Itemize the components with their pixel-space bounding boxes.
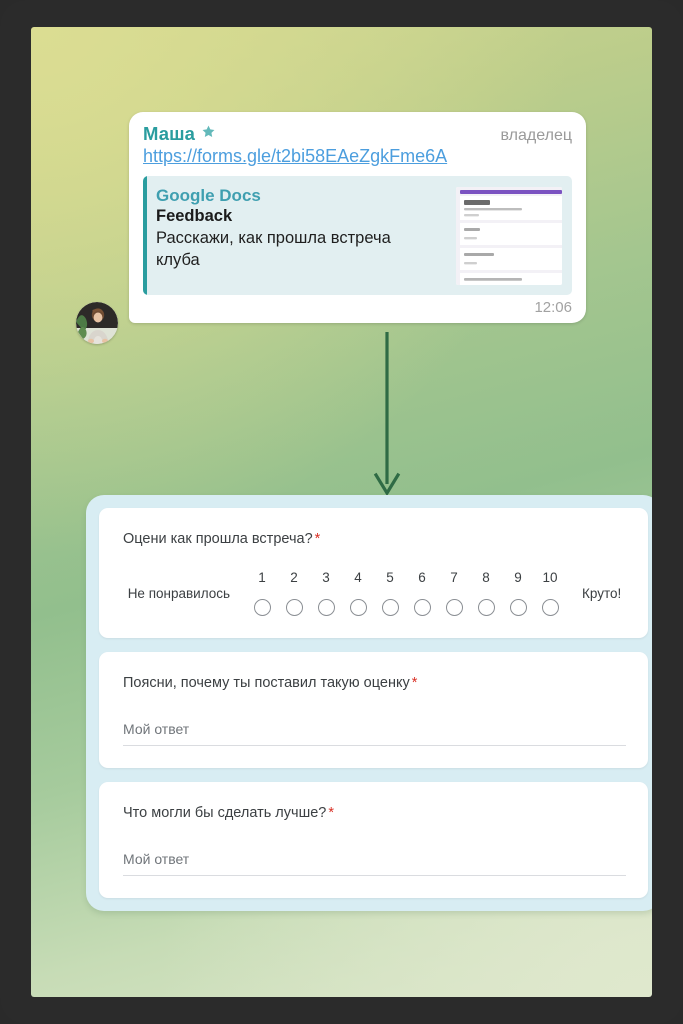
scale-number-3: 3 xyxy=(322,569,330,585)
link-preview-text: Google Docs Feedback Расскажи, как прошл… xyxy=(156,185,448,285)
gradient-canvas: Маша владелец https://forms.gle/t2bi58EA… xyxy=(31,27,652,997)
form-question-card-2: Поясни, почему ты поставил такую оценку *… xyxy=(99,652,648,768)
answer-placeholder-3: Мой ответ xyxy=(123,850,190,867)
scale-option-10[interactable]: 10 xyxy=(534,571,566,617)
scale-number-9: 9 xyxy=(514,569,522,585)
scale-radio-7[interactable] xyxy=(445,599,463,617)
scale-option-7[interactable]: 7 xyxy=(438,571,470,617)
scale-radio-8[interactable] xyxy=(477,599,495,617)
form-question-card-3: Что могли бы сделать лучше? * Мой ответ xyxy=(99,781,648,898)
scale-option-5[interactable]: 5 xyxy=(374,571,406,617)
form-question-card-1: Оцени как прошла встреча? * Не понравилос… xyxy=(99,508,648,639)
google-form-preview-thumbnail[interactable] xyxy=(456,187,562,286)
scale-option-1[interactable]: 1 xyxy=(246,571,278,617)
scale-options: 1 2 3 4 5 6 7 8 9 10 xyxy=(246,571,566,617)
scale-radio-4[interactable] xyxy=(349,599,367,617)
message-timestamp: 12:06 xyxy=(534,299,572,317)
question-title-1: Оцени как прошла встреча? * xyxy=(123,530,626,549)
scale-option-6[interactable]: 6 xyxy=(406,571,438,617)
down-arrow-icon xyxy=(369,332,405,502)
scale-option-2[interactable]: 2 xyxy=(278,571,310,617)
device-frame: Маша владелец https://forms.gle/t2bi58EA… xyxy=(0,0,683,1024)
question-title-2: Поясни, почему ты поставил такую оценку * xyxy=(123,674,626,693)
scale-option-4[interactable]: 4 xyxy=(342,571,374,617)
linear-scale: Не понравилось 1 2 3 4 5 6 7 8 9 10 Крут… xyxy=(123,571,626,617)
link-preview-site-name: Google Docs xyxy=(156,186,261,206)
answer-input-3[interactable]: Мой ответ xyxy=(123,851,626,876)
question-title-3: Что могли бы сделать лучше? * xyxy=(123,804,626,823)
star-icon xyxy=(201,124,216,144)
message-link[interactable]: https://forms.gle/t2bi58EAeZgkFme6A xyxy=(143,146,572,167)
scale-number-10: 10 xyxy=(542,569,558,585)
scale-number-4: 4 xyxy=(354,569,362,585)
link-preview-title: Feedback xyxy=(156,207,233,226)
link-preview-description: Расскажи, как прошла встреча клуба xyxy=(156,228,391,269)
sender-block: Маша xyxy=(143,123,216,145)
required-marker-1: * xyxy=(314,531,321,547)
scale-radio-9[interactable] xyxy=(509,599,527,617)
required-marker-2: * xyxy=(411,675,418,692)
scale-number-1: 1 xyxy=(258,569,266,585)
question-text-3: Что могли бы сделать лучше? xyxy=(123,804,327,821)
scale-radio-1[interactable] xyxy=(253,599,271,617)
scale-high-label: Круто! xyxy=(582,586,622,602)
scale-radio-2[interactable] xyxy=(285,599,303,617)
scale-number-6: 6 xyxy=(418,569,426,585)
avatar[interactable] xyxy=(76,302,118,344)
google-form-panel: Оцени как прошла встреча? * Не понравилос… xyxy=(86,495,652,911)
question-text-1: Оцени как прошла встреча? xyxy=(123,531,313,547)
scale-low-label: Не понравилось xyxy=(127,586,231,602)
scale-radio-5[interactable] xyxy=(381,599,399,617)
scale-option-8[interactable]: 8 xyxy=(470,571,502,617)
question-text-2: Поясни, почему ты поставил такую оценку xyxy=(123,675,410,692)
message-bubble[interactable]: Маша владелец https://forms.gle/t2bi58EA… xyxy=(129,112,586,324)
sender-name[interactable]: Маша xyxy=(143,123,195,145)
scale-radio-6[interactable] xyxy=(413,599,431,617)
link-preview-card[interactable]: Google Docs Feedback Расскажи, как прошл… xyxy=(143,176,572,296)
owner-badge: владелец xyxy=(500,127,572,144)
scale-option-3[interactable]: 3 xyxy=(310,571,342,617)
scale-number-7: 7 xyxy=(450,569,458,585)
answer-placeholder-2: Мой ответ xyxy=(123,721,190,738)
scale-number-2: 2 xyxy=(290,569,298,585)
message-header: Маша владелец xyxy=(143,123,572,145)
scale-radio-3[interactable] xyxy=(317,599,335,617)
scale-option-9[interactable]: 9 xyxy=(502,571,534,617)
required-marker-3: * xyxy=(328,804,334,821)
scale-radio-10[interactable] xyxy=(541,599,559,617)
scale-number-8: 8 xyxy=(482,569,490,585)
scale-number-5: 5 xyxy=(386,569,394,585)
answer-input-2[interactable]: Мой ответ xyxy=(123,721,626,746)
